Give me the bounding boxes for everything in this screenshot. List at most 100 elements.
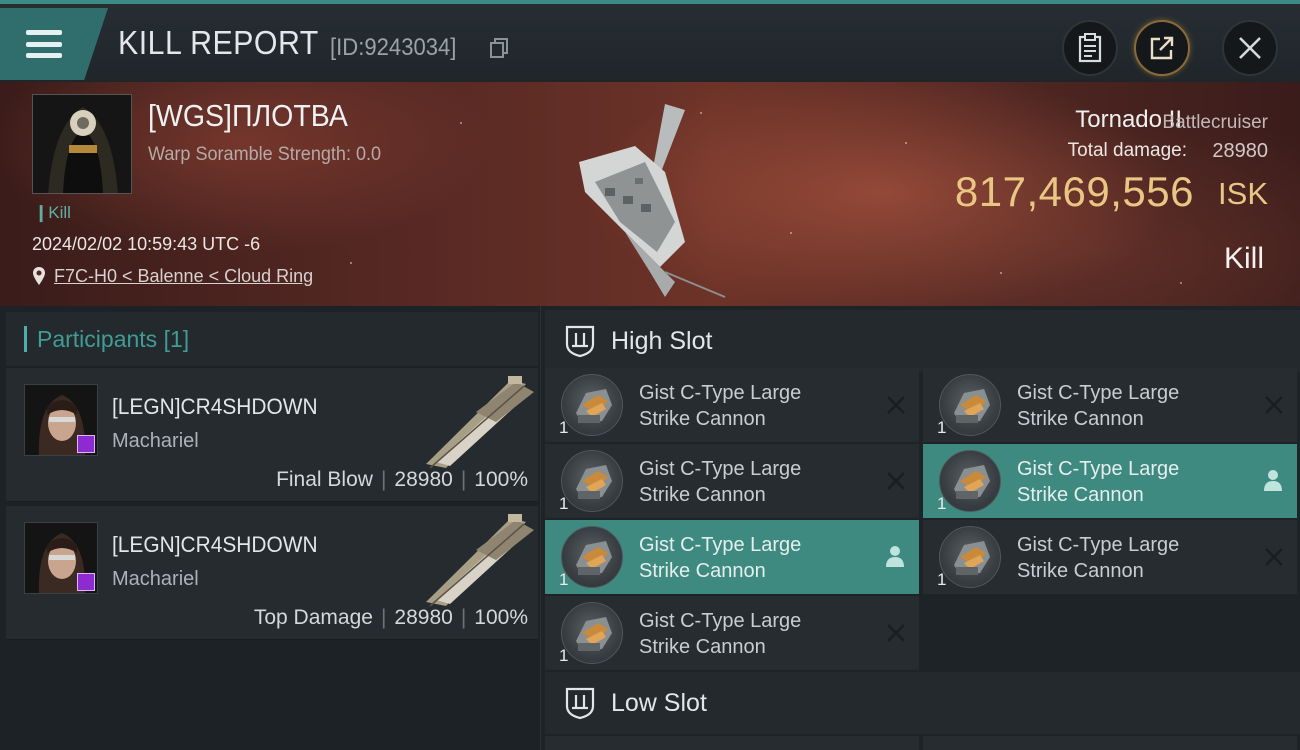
high-slot-header: High Slot xyxy=(545,310,1300,372)
clipboard-button[interactable] xyxy=(1062,20,1118,76)
person-icon xyxy=(886,546,904,567)
victim-ship-class: Battlecruiser xyxy=(1162,112,1268,133)
menu-icon xyxy=(26,30,62,58)
large-strike-cannon-icon xyxy=(939,526,1001,588)
module-name: Gist C-Type Large Strike Cannon xyxy=(639,608,869,660)
participant-role: Top Damage xyxy=(253,606,373,629)
module-name-line1: Gist C-Type Large xyxy=(639,458,802,480)
module-card[interactable]: 1 Gist C-Type Large Strike Cannon xyxy=(923,368,1297,442)
share-icon xyxy=(1150,36,1174,60)
isk-value: 817,469,556 xyxy=(954,168,1194,215)
participant-row[interactable]: [LEGN]CR4SHDOWN Machariel Final Blow | 2… xyxy=(6,368,538,502)
module-name: Gist C-Type Large Strike Cannon xyxy=(1017,456,1247,508)
participants-title: Participants xyxy=(37,325,158,352)
clipboard-icon xyxy=(1078,33,1102,63)
avatar[interactable] xyxy=(24,522,98,594)
total-damage-label: Total damage: xyxy=(1067,140,1187,161)
participant-damage: 28980 xyxy=(394,468,453,491)
kill-result: Kill xyxy=(1223,242,1264,275)
isk-unit: ISK xyxy=(1218,176,1268,211)
module-card[interactable]: 1 Gist C-Type Large Strike Cannon xyxy=(923,520,1297,594)
menu-button[interactable] xyxy=(0,8,108,80)
warp-scramble-strength: Warp Soramble Strength: 0.0 xyxy=(148,144,382,165)
participant-stats: Top Damage | 28980 | 100% xyxy=(253,606,528,629)
high-slot-label: High Slot xyxy=(611,326,713,355)
participant-role: Final Blow xyxy=(276,468,373,491)
participant-ship-image[interactable] xyxy=(416,510,536,610)
module-name: Gist C-Type Large Strike Cannon xyxy=(1017,380,1247,432)
location-link[interactable]: F7C-H0 < Balenne < Cloud Ring xyxy=(54,266,313,287)
participant-ship: Machariel xyxy=(112,430,199,452)
module-card[interactable]: 1 Gist C-Type Large Strike Cannon xyxy=(545,520,919,594)
participant-damage: 28980 xyxy=(394,606,453,629)
participant-ship-image[interactable] xyxy=(416,372,536,472)
pilot-badge-icon xyxy=(77,435,95,453)
module-name-line2: Strike Cannon xyxy=(1017,408,1144,430)
close-icon xyxy=(1239,37,1261,59)
module-name: Gist C-Type Large Strike Cannon xyxy=(639,456,869,508)
participants-count: [1] xyxy=(163,325,190,352)
module-name-line2: Strike Cannon xyxy=(1017,560,1144,582)
total-damage-value: 28980 xyxy=(1212,140,1268,162)
module-name-line1: Gist C-Type Large xyxy=(639,534,802,556)
module-card[interactable]: 1 Gist C-Type Large Strike Cannon xyxy=(923,444,1297,518)
module-name-line2: Strike Cannon xyxy=(639,408,766,430)
participants-header: Participants [1] xyxy=(6,312,538,366)
slot-shield-icon xyxy=(565,325,595,358)
module-name-line2: Strike Cannon xyxy=(639,560,766,582)
x-icon xyxy=(887,396,905,414)
participant-percent: 100% xyxy=(474,606,528,629)
top-bar: KILL REPORT [ID:9243034] xyxy=(0,0,1300,82)
fitting-panel: High Slot 1 Gist C-Type Large Strike Canno… xyxy=(541,306,1300,750)
kill-tag: ❙Kill xyxy=(34,203,71,222)
page-title: KILL REPORT xyxy=(118,24,319,61)
low-slot-module-peek[interactable] xyxy=(545,736,919,750)
copy-icon[interactable] xyxy=(490,38,508,58)
victim-banner: [WGS]ПЛОТВА Warp Soramble Strength: 0.0 … xyxy=(0,82,1300,306)
module-quantity: 1 xyxy=(559,418,569,437)
low-slot-module-peek[interactable] xyxy=(923,736,1297,750)
location-pin-icon xyxy=(33,267,45,285)
report-id: [ID:9243034] xyxy=(330,34,457,61)
avatar[interactable] xyxy=(24,384,98,456)
module-quantity: 1 xyxy=(937,418,947,437)
participant-percent: 100% xyxy=(474,468,528,491)
large-strike-cannon-icon xyxy=(561,450,623,512)
close-button[interactable] xyxy=(1222,20,1278,76)
module-name-line2: Strike Cannon xyxy=(639,636,766,658)
module-card[interactable]: 1 Gist C-Type Large Strike Cannon xyxy=(545,444,919,518)
x-icon xyxy=(1265,548,1283,566)
person-icon xyxy=(1264,470,1282,491)
kill-timestamp: 2024/02/02 10:59:43 UTC -6 xyxy=(32,234,261,254)
module-quantity: 1 xyxy=(559,494,569,513)
participant-name[interactable]: [LEGN]CR4SHDOWN xyxy=(112,532,318,558)
module-card[interactable]: 1 Gist C-Type Large Strike Cannon xyxy=(545,368,919,442)
participants-panel: Participants [1] [LEGN]CR4SHDOWN Machari… xyxy=(0,306,541,750)
x-icon xyxy=(1265,396,1283,414)
victim-portrait[interactable] xyxy=(32,94,132,194)
x-icon xyxy=(887,472,905,490)
large-strike-cannon-icon xyxy=(561,374,623,436)
module-card[interactable]: 1 Gist C-Type Large Strike Cannon xyxy=(545,596,919,670)
module-quantity: 1 xyxy=(559,646,569,665)
module-quantity: 1 xyxy=(559,570,569,589)
module-name: Gist C-Type Large Strike Cannon xyxy=(639,532,869,584)
low-slot-label: Low Slot xyxy=(611,688,707,717)
large-strike-cannon-icon xyxy=(939,450,1001,512)
module-quantity: 1 xyxy=(937,570,947,589)
module-name: Gist C-Type Large Strike Cannon xyxy=(1017,532,1247,584)
victim-ship-image[interactable] xyxy=(565,92,735,302)
share-button[interactable] xyxy=(1134,20,1190,76)
participant-ship: Machariel xyxy=(112,568,199,590)
module-name-line1: Gist C-Type Large xyxy=(1017,534,1180,556)
victim-pilot-name[interactable]: [WGS]ПЛОТВА xyxy=(148,98,348,134)
participant-row[interactable]: [LEGN]CR4SHDOWN Machariel Top Damage | 2… xyxy=(6,506,538,640)
participant-name[interactable]: [LEGN]CR4SHDOWN xyxy=(112,394,318,420)
large-strike-cannon-icon xyxy=(561,526,623,588)
module-name-line1: Gist C-Type Large xyxy=(1017,382,1180,404)
large-strike-cannon-icon xyxy=(561,602,623,664)
participant-stats: Final Blow | 28980 | 100% xyxy=(276,468,528,491)
large-strike-cannon-icon xyxy=(939,374,1001,436)
module-name: Gist C-Type Large Strike Cannon xyxy=(639,380,869,432)
slot-shield-icon xyxy=(565,687,595,720)
